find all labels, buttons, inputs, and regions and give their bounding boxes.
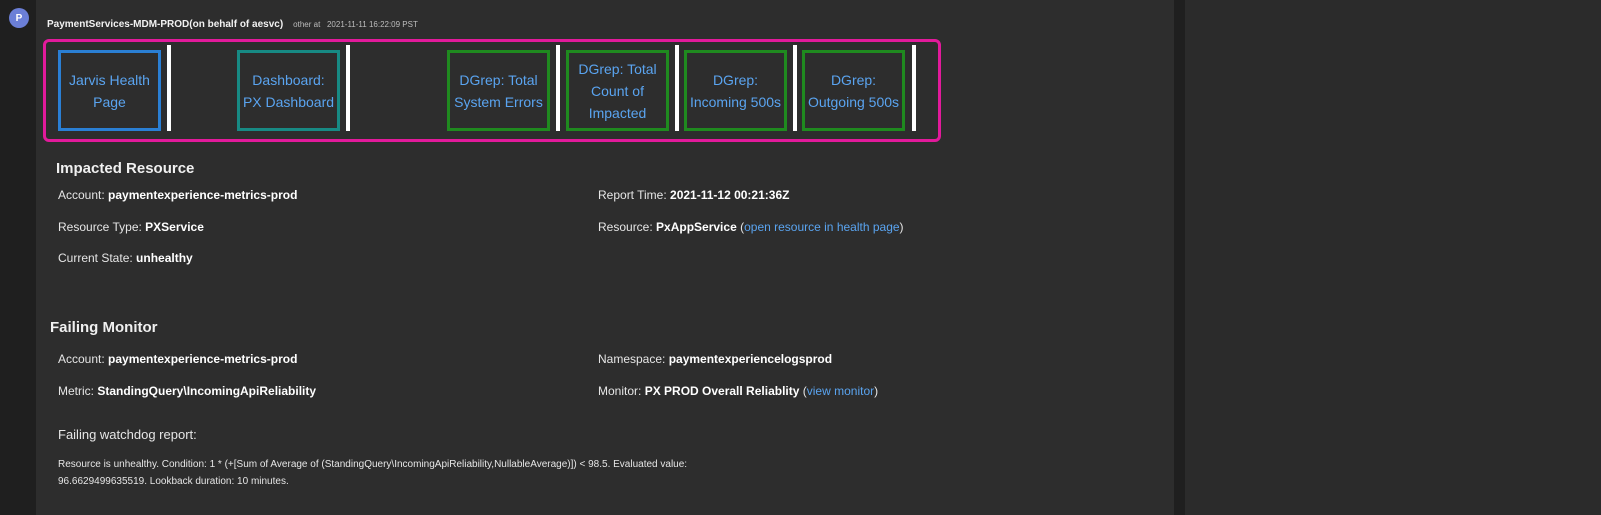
namespace-label: Namespace: xyxy=(598,352,669,366)
paren-close: ) xyxy=(899,220,904,234)
watchdog-report-label: Failing watchdog report: xyxy=(58,427,197,442)
metric-value: StandingQuery\IncomingApiReliability xyxy=(97,384,317,398)
impacted-resource-title: Impacted Resource xyxy=(56,160,195,177)
separator xyxy=(346,45,350,131)
namespace-value: paymentexperiencelogsprod xyxy=(668,352,833,366)
resource-value: PxAppService xyxy=(656,220,737,234)
namespace: Namespace: paymentexperiencelogsprod xyxy=(598,352,832,366)
monitor: Monitor: PX PROD Overall Reliablity (vie… xyxy=(598,384,878,398)
px-dashboard-button[interactable]: Dashboard: PX Dashboard xyxy=(237,50,340,131)
dgrep-outgoing-500s-button[interactable]: DGrep: Outgoing 500s xyxy=(802,50,905,131)
message-meta: other at 2021-11-11 16:22:09 PST xyxy=(293,20,418,29)
message-timestamp: 2021-11-11 16:22:09 PST xyxy=(326,20,418,29)
current-state-value: unhealthy xyxy=(136,251,193,265)
monitor-account-value: paymentexperience-metrics-prod xyxy=(108,352,298,366)
action-button-bar: Jarvis Health Page Dashboard: PX Dashboa… xyxy=(43,39,941,142)
separator xyxy=(912,45,916,131)
meta-prefix: other at xyxy=(293,20,321,29)
monitor-value: PX PROD Overall Reliablity xyxy=(644,384,800,398)
monitor-label: Monitor: xyxy=(598,384,645,398)
resource-label: Resource: xyxy=(598,220,657,234)
report-time-label: Report Time: xyxy=(598,188,671,202)
current-state: Current State: unhealthy xyxy=(58,251,193,265)
failing-monitor-title: Failing Monitor xyxy=(50,319,158,336)
monitor-account: Account: paymentexperience-metrics-prod xyxy=(58,352,297,366)
impacted-account-label: Account: xyxy=(58,188,109,202)
pane-divider xyxy=(1174,0,1185,515)
paren-open: ( xyxy=(736,220,745,234)
paren-open: ( xyxy=(799,384,807,398)
resource-type-value: PXService xyxy=(145,220,204,234)
jarvis-health-page-button[interactable]: Jarvis Health Page xyxy=(58,50,161,131)
paren-close: ) xyxy=(874,384,879,398)
report-time-value: 2021-11-12 00:21:36Z xyxy=(670,188,790,202)
message-card: PaymentServices-MDM-PROD(on behalf of ae… xyxy=(36,0,1174,515)
separator xyxy=(556,45,560,131)
impacted-account: Account: paymentexperience-metrics-prod xyxy=(58,188,297,202)
right-pane xyxy=(1185,0,1601,515)
report-time: Report Time: 2021-11-12 00:21:36Z xyxy=(598,188,789,202)
separator xyxy=(675,45,679,131)
left-rail: P xyxy=(0,0,36,515)
impacted-account-value: paymentexperience-metrics-prod xyxy=(108,188,298,202)
dgrep-total-system-errors-button[interactable]: DGrep: Total System Errors xyxy=(447,50,550,131)
sender-name[interactable]: PaymentServices-MDM-PROD(on behalf of ae… xyxy=(47,19,283,30)
dgrep-total-count-impacted-button[interactable]: DGrep: Total Count of Impacted xyxy=(566,50,669,131)
resource-type-label: Resource Type: xyxy=(58,220,146,234)
resource-type: Resource Type: PXService xyxy=(58,220,204,234)
view-monitor-link[interactable]: view monitor xyxy=(807,384,874,398)
report-line-2: 96.6629499635519. Lookback duration: 10 … xyxy=(58,476,289,487)
teams-message-view: P PaymentServices-MDM-PROD(on behalf of … xyxy=(0,0,1601,515)
report-line-1: Resource is unhealthy. Condition: 1 * (+… xyxy=(58,459,688,470)
resource: Resource: PxAppService (open resource in… xyxy=(598,220,904,234)
watchdog-report-text: Resource is unhealthy. Condition: 1 * (+… xyxy=(58,456,858,490)
current-state-label: Current State: xyxy=(58,251,137,265)
separator xyxy=(793,45,797,131)
dgrep-incoming-500s-button[interactable]: DGrep: Incoming 500s xyxy=(684,50,787,131)
monitor-account-label: Account: xyxy=(58,352,109,366)
open-resource-link[interactable]: open resource in health page xyxy=(744,220,899,234)
message-header: PaymentServices-MDM-PROD(on behalf of ae… xyxy=(47,19,418,33)
metric-label: Metric: xyxy=(58,384,98,398)
metric: Metric: StandingQuery\IncomingApiReliabi… xyxy=(58,384,316,398)
avatar[interactable]: P xyxy=(9,8,29,28)
separator xyxy=(167,45,171,131)
